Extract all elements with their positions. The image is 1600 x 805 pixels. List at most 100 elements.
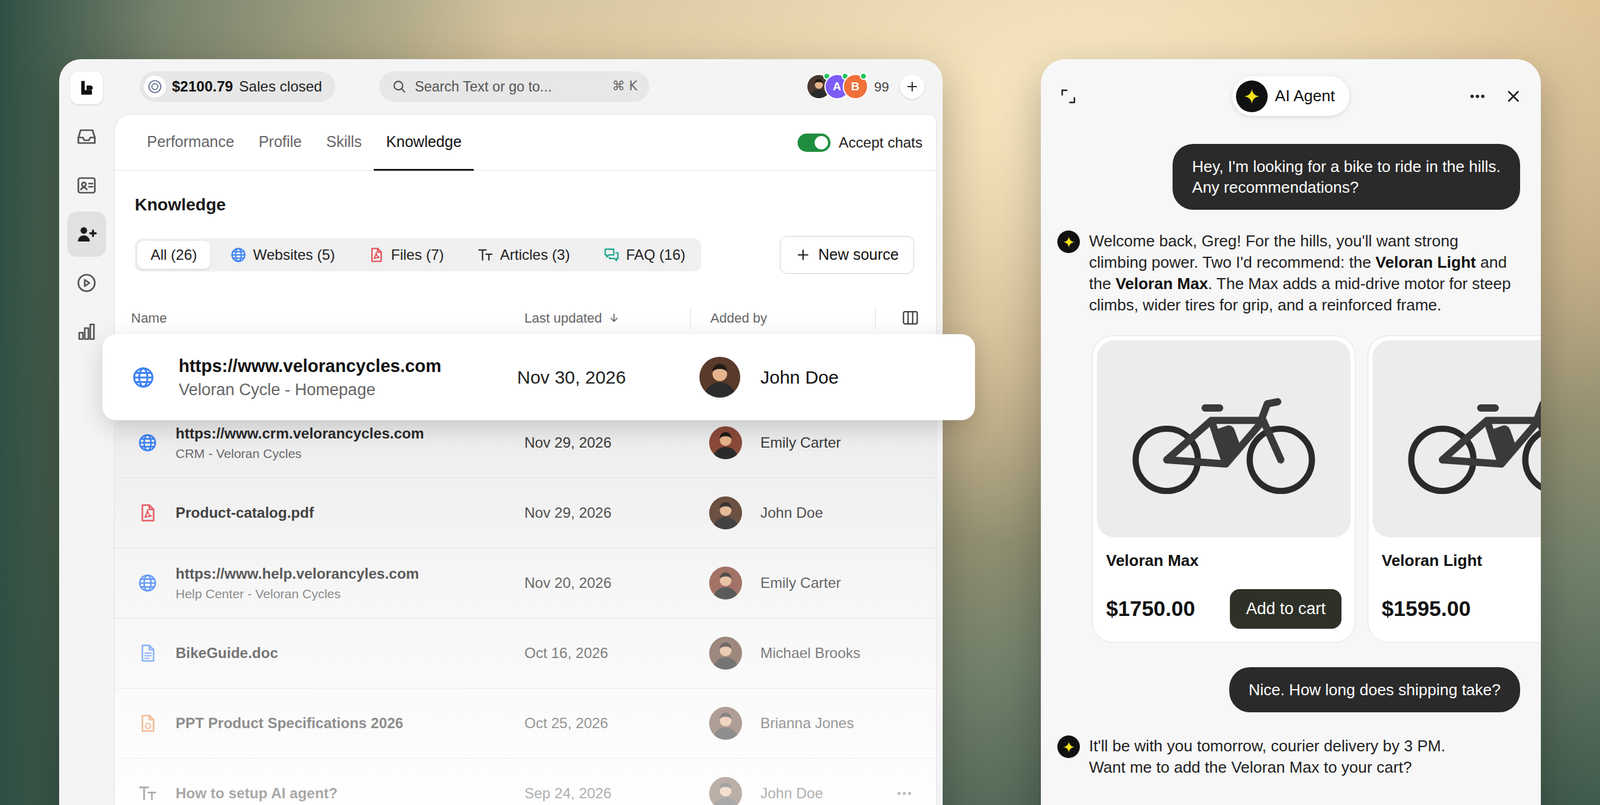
search-icon: [391, 78, 408, 95]
top-bar: $2100.79Sales closed ⌘ K AB99: [114, 59, 943, 115]
sidebar-item[interactable]: [67, 309, 107, 355]
product-card[interactable]: Veloran Light$1595.00: [1367, 335, 1541, 643]
filter-label: Websites (5): [253, 243, 335, 266]
tab[interactable]: Profile: [246, 114, 315, 171]
added-by: Emily Carter: [760, 431, 888, 454]
add-button[interactable]: [900, 74, 925, 99]
avatar-letter: A: [832, 78, 842, 96]
table-row[interactable]: Product-catalog.pdfNov 29, 2026 John Doe: [114, 478, 936, 549]
agent-message: Welcome back, Greg! For the hills, you'l…: [1040, 230, 1541, 316]
more-icon: [895, 784, 914, 803]
website-icon: [137, 432, 158, 454]
sidebar-item[interactable]: [67, 114, 107, 160]
source-name[interactable]: BikeGuide.doc: [175, 643, 525, 663]
table-row[interactable]: https://www.velorancycles.comVeloran Cyc…: [102, 334, 975, 421]
table-header: Name Last updatedAdded by: [114, 301, 936, 335]
filter-chip[interactable]: All (26): [137, 240, 211, 269]
message-line: Hey, I'm looking for a bike to ride in t…: [1192, 156, 1501, 177]
add-to-cart-button[interactable]: Add to cart: [1229, 589, 1342, 629]
agent-avatar: [1057, 230, 1080, 254]
file-icon: [367, 246, 385, 264]
table-row[interactable]: How to setup AI agent?Sep 24, 2026John D…: [114, 758, 936, 805]
added-by: Emily Carter: [760, 571, 888, 594]
message-text: Want me to add the Veloran Max to your c…: [1089, 757, 1412, 777]
filter-label: Articles (3): [500, 243, 571, 266]
expand-button[interactable]: [1059, 87, 1078, 106]
play-icon: [75, 271, 98, 294]
column-header[interactable]: Last updated: [524, 307, 691, 329]
more-button[interactable]: [1468, 87, 1487, 106]
more-icon: [1468, 87, 1487, 106]
sidebar-item[interactable]: [67, 260, 107, 306]
column-header[interactable]: Name: [114, 307, 525, 329]
column-header[interactable]: Added by: [690, 307, 876, 329]
coin-icon: [146, 78, 163, 95]
table-row[interactable]: https://www.help.velorancyles.comHelp Ce…: [114, 548, 936, 619]
product-carousel: Veloran Max$1750.00Add to cartVeloran Li…: [1040, 335, 1541, 643]
online-dot: [859, 72, 868, 80]
toggle-knob: [814, 135, 829, 150]
person-photo-icon: [709, 636, 743, 670]
updated-date: Nov 29, 2026: [524, 501, 710, 524]
sales-pill: $2100.79Sales closed: [139, 71, 336, 102]
chat-panel: AI Agent Hey, I'm looking for a bike to r…: [1040, 59, 1541, 805]
column-label: Name: [131, 307, 168, 329]
product-image: [1372, 340, 1541, 538]
expand-icon: [1059, 87, 1078, 106]
columns-button[interactable]: [901, 308, 920, 327]
source-name[interactable]: Product-catalog.pdf: [175, 503, 525, 522]
updated-date: Nov 29, 2026: [524, 431, 710, 454]
source-name[interactable]: How to setup AI agent?: [175, 784, 525, 803]
filter-chip[interactable]: Articles (3): [463, 240, 584, 269]
source-name[interactable]: https://www.help.velorancyles.com: [175, 564, 525, 583]
sidebar: [59, 59, 115, 805]
filter-chip[interactable]: Files (7): [354, 240, 458, 269]
button-label: Add to cart: [1245, 596, 1326, 622]
sparkle-icon: [1062, 740, 1076, 754]
table-row[interactable]: PPT Product Specifications 2026Oct 25, 2…: [114, 688, 936, 759]
sparkle-icon: [1062, 235, 1076, 249]
user-message: Hey, I'm looking for a bike to ride in t…: [1172, 143, 1521, 210]
filter-chip[interactable]: FAQ (16): [589, 240, 699, 269]
website-icon: [229, 246, 247, 264]
search-input[interactable]: [414, 76, 605, 98]
source-name[interactable]: https://www.velorancycles.com: [178, 354, 518, 377]
search-field[interactable]: ⌘ K: [379, 71, 650, 102]
source-name[interactable]: PPT Product Specifications 2026: [175, 714, 525, 733]
added-by: John Doe: [760, 501, 888, 524]
avatar-stack[interactable]: AB99: [806, 73, 890, 100]
source-name[interactable]: https://www.crm.velorancycles.com: [175, 424, 525, 443]
sales-amount: $2100.79: [171, 75, 233, 98]
contacts-icon: [75, 174, 98, 197]
tab-label: Profile: [258, 130, 302, 154]
tab-label: Knowledge: [385, 130, 462, 154]
chat-header: AI Agent: [1040, 76, 1541, 116]
row-actions[interactable]: [887, 784, 922, 803]
avatar-letter: B: [851, 78, 860, 96]
product-card[interactable]: Veloran Max$1750.00Add to cart: [1092, 335, 1356, 643]
close-button[interactable]: [1504, 87, 1523, 106]
added-by: John Doe: [760, 782, 888, 805]
filter-label: All (26): [150, 243, 197, 266]
new-source-button[interactable]: New source: [779, 235, 915, 274]
sidebar-item[interactable]: [67, 162, 107, 208]
accept-chats-toggle[interactable]: [797, 133, 831, 152]
user-avatar[interactable]: B: [842, 73, 869, 100]
tab[interactable]: Performance: [134, 114, 247, 171]
tab[interactable]: Skills: [314, 114, 374, 171]
filter-group: All (26) Websites (5) Files (7) Articles (3…: [134, 238, 702, 272]
sort-desc-icon: [607, 311, 621, 324]
person-photo-icon: [709, 706, 743, 740]
knowledge-panel: Performance Profile Skills Knowledge Accept …: [114, 114, 937, 805]
sidebar-item[interactable]: [67, 211, 107, 257]
accept-chats-label: Accept chats: [839, 131, 923, 154]
tab-label: Performance: [146, 130, 235, 154]
agent-window: $2100.79Sales closed ⌘ K AB99 Performance Pr…: [59, 59, 943, 805]
tab[interactable]: Knowledge: [373, 114, 474, 171]
product-image: [1096, 340, 1351, 538]
logo[interactable]: [70, 71, 104, 105]
filter-chip[interactable]: Websites (5): [216, 240, 349, 269]
updated-date: Oct 16, 2026: [524, 642, 710, 665]
message-list: Hey, I'm looking for a bike to ride in t…: [1040, 115, 1541, 779]
table-row[interactable]: BikeGuide.docOct 16, 2026Michael Brooks: [114, 618, 936, 689]
